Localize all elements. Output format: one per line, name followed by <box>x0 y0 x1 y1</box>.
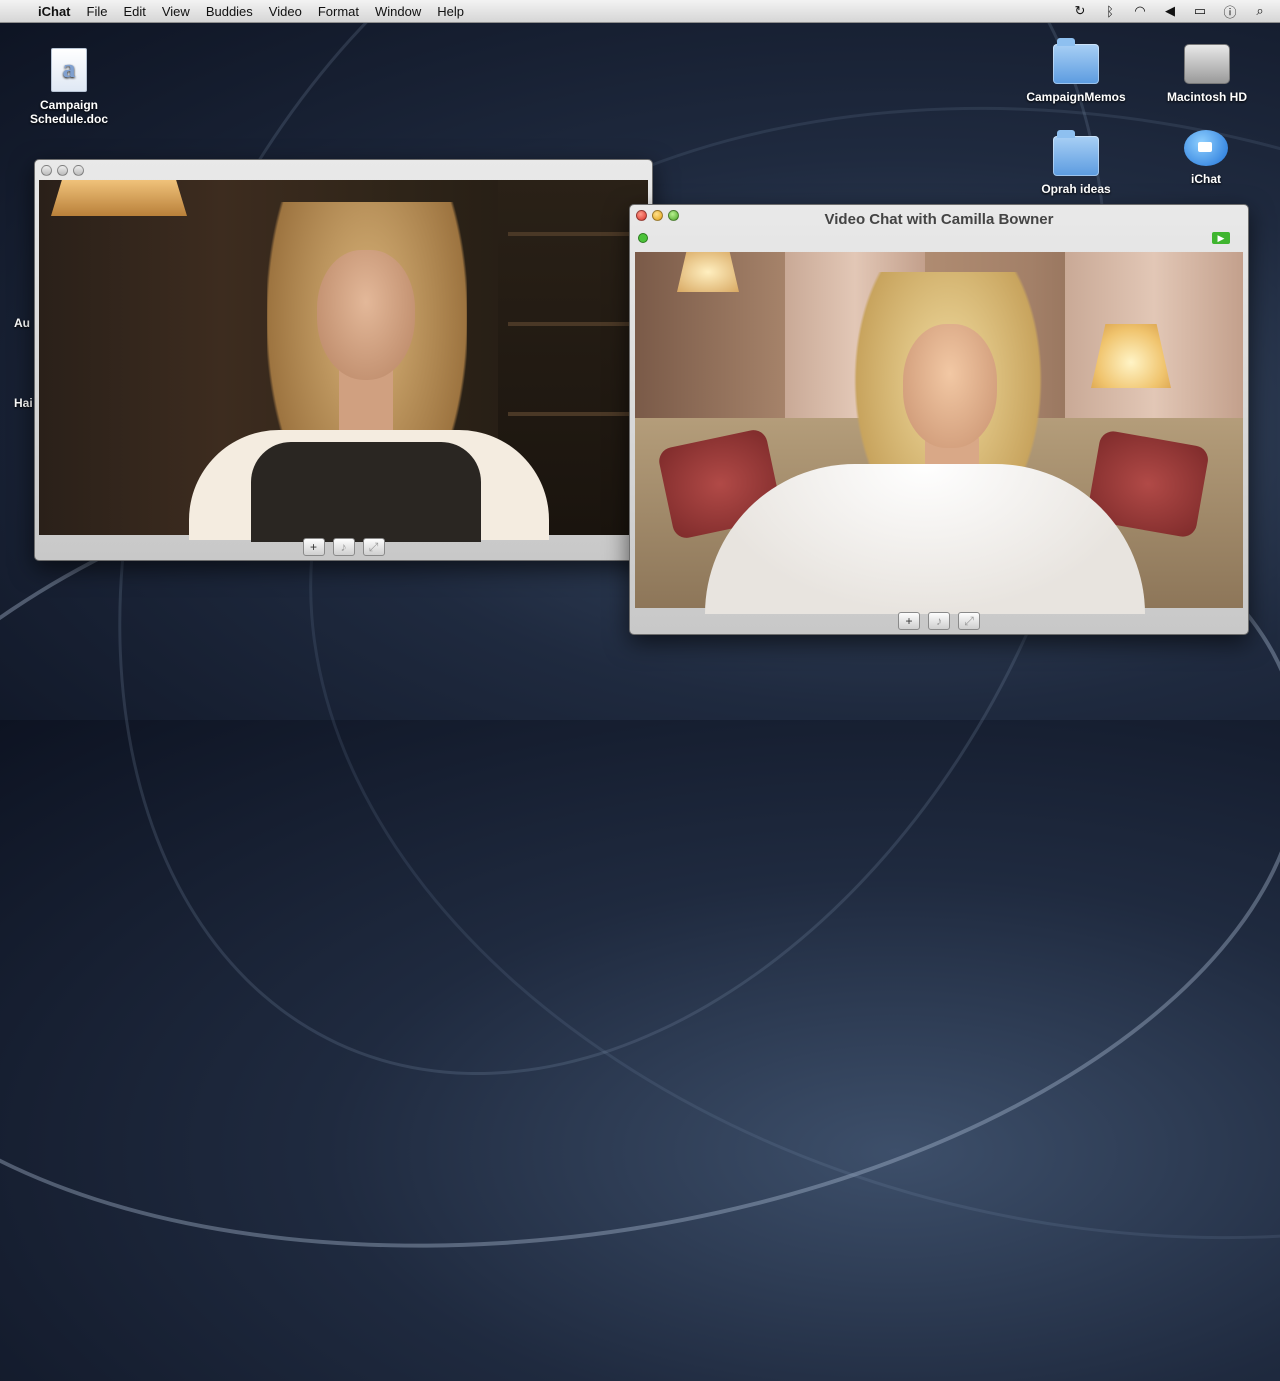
menu-file[interactable]: File <box>79 4 116 19</box>
ichat-icon <box>1184 130 1228 166</box>
menu-help[interactable]: Help <box>429 4 472 19</box>
menu-view[interactable]: View <box>154 4 198 19</box>
mute-microphone-button[interactable]: ♪ <box>928 612 950 630</box>
mute-microphone-button[interactable]: ♪ <box>332 538 355 556</box>
zoom-button[interactable] <box>73 164 84 176</box>
lamp <box>677 252 739 292</box>
desktop-icon-macintosh-hd[interactable]: Macintosh HD <box>1147 44 1267 104</box>
spotlight-icon[interactable]: ⌕ <box>1252 3 1268 19</box>
desktop-icon-oprah-ideas[interactable]: Oprah ideas <box>1016 130 1136 196</box>
bluetooth-icon[interactable]: ᛒ <box>1102 4 1118 19</box>
video-camera-icon[interactable]: ▶ <box>1212 232 1230 244</box>
add-participant-button[interactable]: + <box>898 612 920 630</box>
menu-video[interactable]: Video <box>261 4 310 19</box>
word-document-icon: a <box>51 48 87 92</box>
desktop-icon-label: Macintosh HD <box>1166 90 1247 104</box>
add-participant-button[interactable]: + <box>302 538 325 556</box>
hard-drive-icon <box>1184 44 1230 84</box>
video-chat-window-right[interactable]: Video Chat with Camilla Bowner ▶ + ♪ ⤢ <box>629 204 1249 635</box>
window-titlebar[interactable]: Video Chat with Camilla Bowner <box>630 205 1248 228</box>
window-titlebar[interactable] <box>35 160 652 180</box>
menu-buddies[interactable]: Buddies <box>198 4 261 19</box>
remote-video-feed <box>39 180 648 542</box>
folder-icon <box>1053 38 1099 84</box>
menu-format[interactable]: Format <box>310 4 367 19</box>
close-button[interactable] <box>41 164 52 176</box>
status-menus: ↻ ᛒ ◠ ◀ ▭ ⓘ ⌕ <box>1072 2 1280 21</box>
window-title: Video Chat with Camilla Bowner <box>824 211 1054 228</box>
desktop-icon-label-partial[interactable]: Au <box>14 316 30 330</box>
desktop-icon-label: CampaignMemos <box>1026 90 1126 104</box>
wifi-icon[interactable]: ◠ <box>1132 3 1148 19</box>
online-status-icon <box>638 233 648 243</box>
desktop-icon-label: Oprah ideas <box>1041 182 1111 196</box>
video-controls: + ♪ ⤢ <box>630 612 1248 630</box>
desktop-icon-label: iChat <box>1191 172 1221 186</box>
fullscreen-button[interactable]: ⤢ <box>362 538 385 556</box>
menu-bar: iChat File Edit View Buddies Video Forma… <box>0 0 1280 23</box>
volume-icon[interactable]: ◀ <box>1162 3 1178 19</box>
remote-video-feed <box>635 252 1243 614</box>
accessibility-icon[interactable]: ⓘ <box>1222 2 1238 21</box>
video-controls: + ♪ ⤢ <box>35 538 652 556</box>
battery-icon[interactable]: ▭ <box>1192 3 1208 19</box>
desktop-icon-label-partial[interactable]: Hai <box>14 396 33 410</box>
lamp <box>51 180 187 216</box>
menu-edit[interactable]: Edit <box>115 4 153 19</box>
time-machine-icon[interactable]: ↻ <box>1072 3 1088 19</box>
minimize-button[interactable] <box>57 164 68 176</box>
folder-icon <box>1053 130 1099 176</box>
desktop-icon-campaign-schedule[interactable]: a Campaign Schedule.doc <box>9 48 129 126</box>
menu-ichat[interactable]: iChat <box>30 4 79 19</box>
fullscreen-button[interactable]: ⤢ <box>958 612 980 630</box>
desktop-icon-campaign-memos[interactable]: CampaignMemos <box>1016 38 1136 104</box>
desktop-icon-ichat[interactable]: iChat <box>1146 130 1266 186</box>
video-chat-window-left[interactable]: + ♪ ⤢ <box>34 159 653 561</box>
menu-window[interactable]: Window <box>367 4 429 19</box>
desktop-icon-label: Campaign Schedule.doc <box>29 98 109 126</box>
